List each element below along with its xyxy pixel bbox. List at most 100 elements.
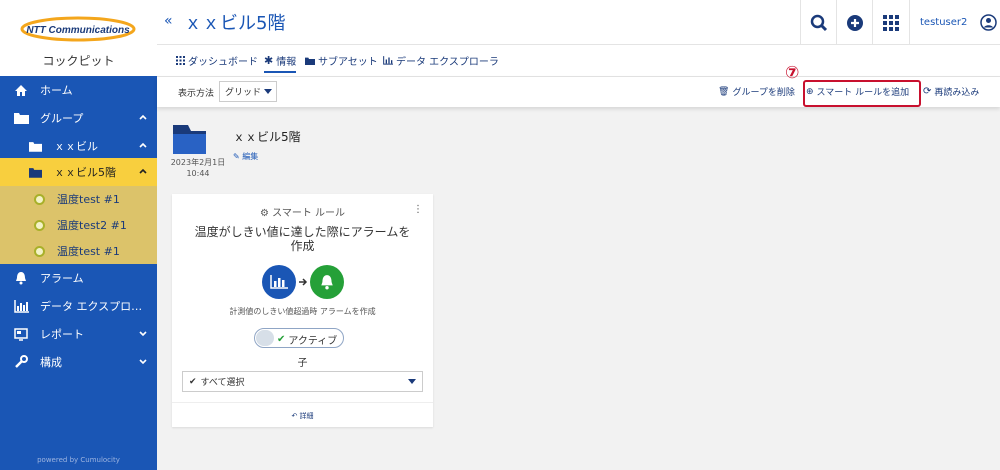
nav-group-label: グループ [40, 112, 84, 125]
add-button[interactable] [836, 0, 872, 45]
rule-description: 計測値のしきい値超過時 アラームを作成 [229, 307, 376, 316]
tab-label: ダッシュボード [188, 57, 258, 68]
pencil-icon: ✎ [233, 152, 240, 161]
folder-icon [26, 163, 44, 181]
refresh-icon: ⟳ [923, 86, 932, 97]
caret-down-icon [264, 89, 272, 94]
folder-icon [26, 137, 44, 155]
tab-label: サブアセット [318, 57, 378, 68]
caret-down-icon [408, 379, 416, 384]
nav-config-label: 構成 [40, 356, 62, 369]
measurement-circle [262, 265, 296, 299]
reload-label: 再読み込み [934, 88, 980, 98]
plus-circle-icon [846, 14, 863, 31]
top-bar: « ｘｘビル5階 testuser2 [157, 0, 1000, 45]
app-name: コックピット [42, 54, 115, 68]
arrow-right-icon [299, 278, 308, 286]
user-menu[interactable]: testuser2 [909, 0, 1000, 45]
nav-floor-label: ｘｘビル5階 [54, 166, 116, 179]
nav-group[interactable]: グループ [0, 104, 157, 132]
trash-icon: 🗑 [718, 86, 730, 97]
rule-flow [262, 265, 352, 299]
app-switcher-button[interactable] [872, 0, 908, 45]
active-toggle[interactable]: ✔ アクティブ [254, 328, 344, 348]
nav-config[interactable]: 構成 [0, 348, 157, 376]
detail-button[interactable]: ↶ 詳細 [172, 411, 433, 421]
rule-title: 温度がしきい値に達した際にアラームを作成 [194, 225, 411, 253]
folder-icon [12, 109, 30, 127]
nav-report[interactable]: レポート [0, 320, 157, 348]
check-icon: ✔ [189, 376, 197, 387]
bell-icon [12, 269, 30, 287]
edit-button[interactable]: ✎ 編集 [233, 151, 258, 162]
chevron-up-icon [139, 114, 147, 120]
search-icon [810, 14, 827, 31]
alarm-circle [310, 265, 344, 299]
child-select[interactable]: ✔ すべて選択 [182, 371, 423, 392]
tab-info[interactable]: ✱ 情報 [264, 53, 297, 73]
nav-alarm[interactable]: アラーム [0, 264, 157, 292]
home-icon [12, 81, 30, 99]
bar-chart-icon [383, 56, 393, 65]
nav-device[interactable]: 温度test #1 [0, 238, 157, 264]
tab-data-explorer[interactable]: データ エクスプローラ [383, 53, 499, 68]
created-date: 2023年2月1日 10:44 [170, 157, 226, 179]
bar-chart-icon [12, 297, 30, 315]
grid-icon [176, 56, 185, 65]
collapse-sidebar-button[interactable]: « [164, 13, 173, 29]
powered-by: powered by Cumulocity [37, 456, 120, 464]
tab-bar: ダッシュボード ✱ 情報 サブアセット データ エクスプローラ [157, 45, 1000, 77]
view-mode-value: グリッド [225, 88, 262, 98]
tab-dashboard[interactable]: ダッシュボード [176, 53, 258, 68]
nav-home[interactable]: ホーム [0, 76, 157, 104]
wrench-icon [12, 353, 30, 371]
more-options-icon[interactable]: ⋮ [413, 204, 423, 215]
child-select-value: すべて選択 [200, 378, 245, 388]
reply-icon: ↶ [291, 412, 298, 420]
gears-icon: ⚙ [259, 208, 269, 219]
device-status-icon [34, 219, 45, 231]
search-button[interactable] [800, 0, 836, 45]
nav-device[interactable]: 温度test #1 [0, 186, 157, 212]
nav-building[interactable]: ｘｘビル [0, 132, 157, 160]
smart-rule-card: ⚙ スマート ルール ⋮ 温度がしきい値に達した際にアラームを作成 計測値のしき… [172, 194, 433, 427]
bar-chart-icon [270, 275, 288, 289]
chevron-up-icon [139, 142, 147, 148]
reload-button[interactable]: ⟳ 再読み込み [923, 85, 979, 98]
chevron-down-icon [139, 359, 147, 365]
tab-subassets[interactable]: サブアセット [305, 53, 378, 68]
device-status-icon [34, 245, 45, 257]
device-status-icon [34, 193, 45, 205]
nav-building-label: ｘｘビル [54, 140, 98, 153]
nav-floor[interactable]: ｘｘビル5階 [0, 158, 157, 186]
detail-label: 詳細 [299, 412, 314, 420]
check-icon: ✔ [277, 334, 286, 345]
created-time-value: 10:44 [186, 169, 210, 178]
tab-label: データ エクスプローラ [396, 57, 499, 68]
delete-group-label: グループを削除 [732, 88, 795, 98]
nav-device[interactable]: 温度test2 #1 [0, 212, 157, 238]
view-mode-select[interactable]: グリッド [219, 81, 277, 102]
nav-data-explorer[interactable]: データ エクスプロ… [0, 292, 157, 320]
sidebar: NTT Communications コックピット ホーム グループ ｘｘビル … [0, 0, 157, 470]
toggle-status-label: アクティブ [288, 336, 338, 347]
nav-report-label: レポート [40, 328, 84, 341]
chevron-up-icon [139, 168, 147, 174]
card-footer: ↶ 詳細 [172, 402, 433, 427]
username: testuser2 [920, 17, 968, 28]
view-mode-label: 表示方法 [178, 89, 215, 99]
action-bar: 表示方法 グリッド 🗑 グループを削除 ⊕ スマート ルールを追加 ⑦ ⟳ 再読… [157, 63, 1000, 107]
edit-label: 編集 [242, 152, 259, 161]
tab-label: 情報 [276, 57, 297, 68]
delete-group-button[interactable]: 🗑 グループを削除 [718, 85, 795, 99]
svg-text:NTT Communications: NTT Communications [26, 25, 130, 36]
nav-device-label: 温度test2 #1 [57, 219, 127, 232]
nav-device-label: 温度test #1 [57, 193, 120, 206]
ntt-logo: NTT Communications [20, 16, 136, 42]
nav-alarm-label: アラーム [40, 272, 84, 285]
step-marker: ⑦ [785, 63, 800, 83]
nav-device-label: 温度test #1 [57, 245, 120, 258]
chevron-down-icon [139, 331, 147, 337]
nav-data-explorer-label: データ エクスプロ… [40, 300, 143, 313]
toggle-status: ✔ アクティブ [277, 332, 337, 347]
